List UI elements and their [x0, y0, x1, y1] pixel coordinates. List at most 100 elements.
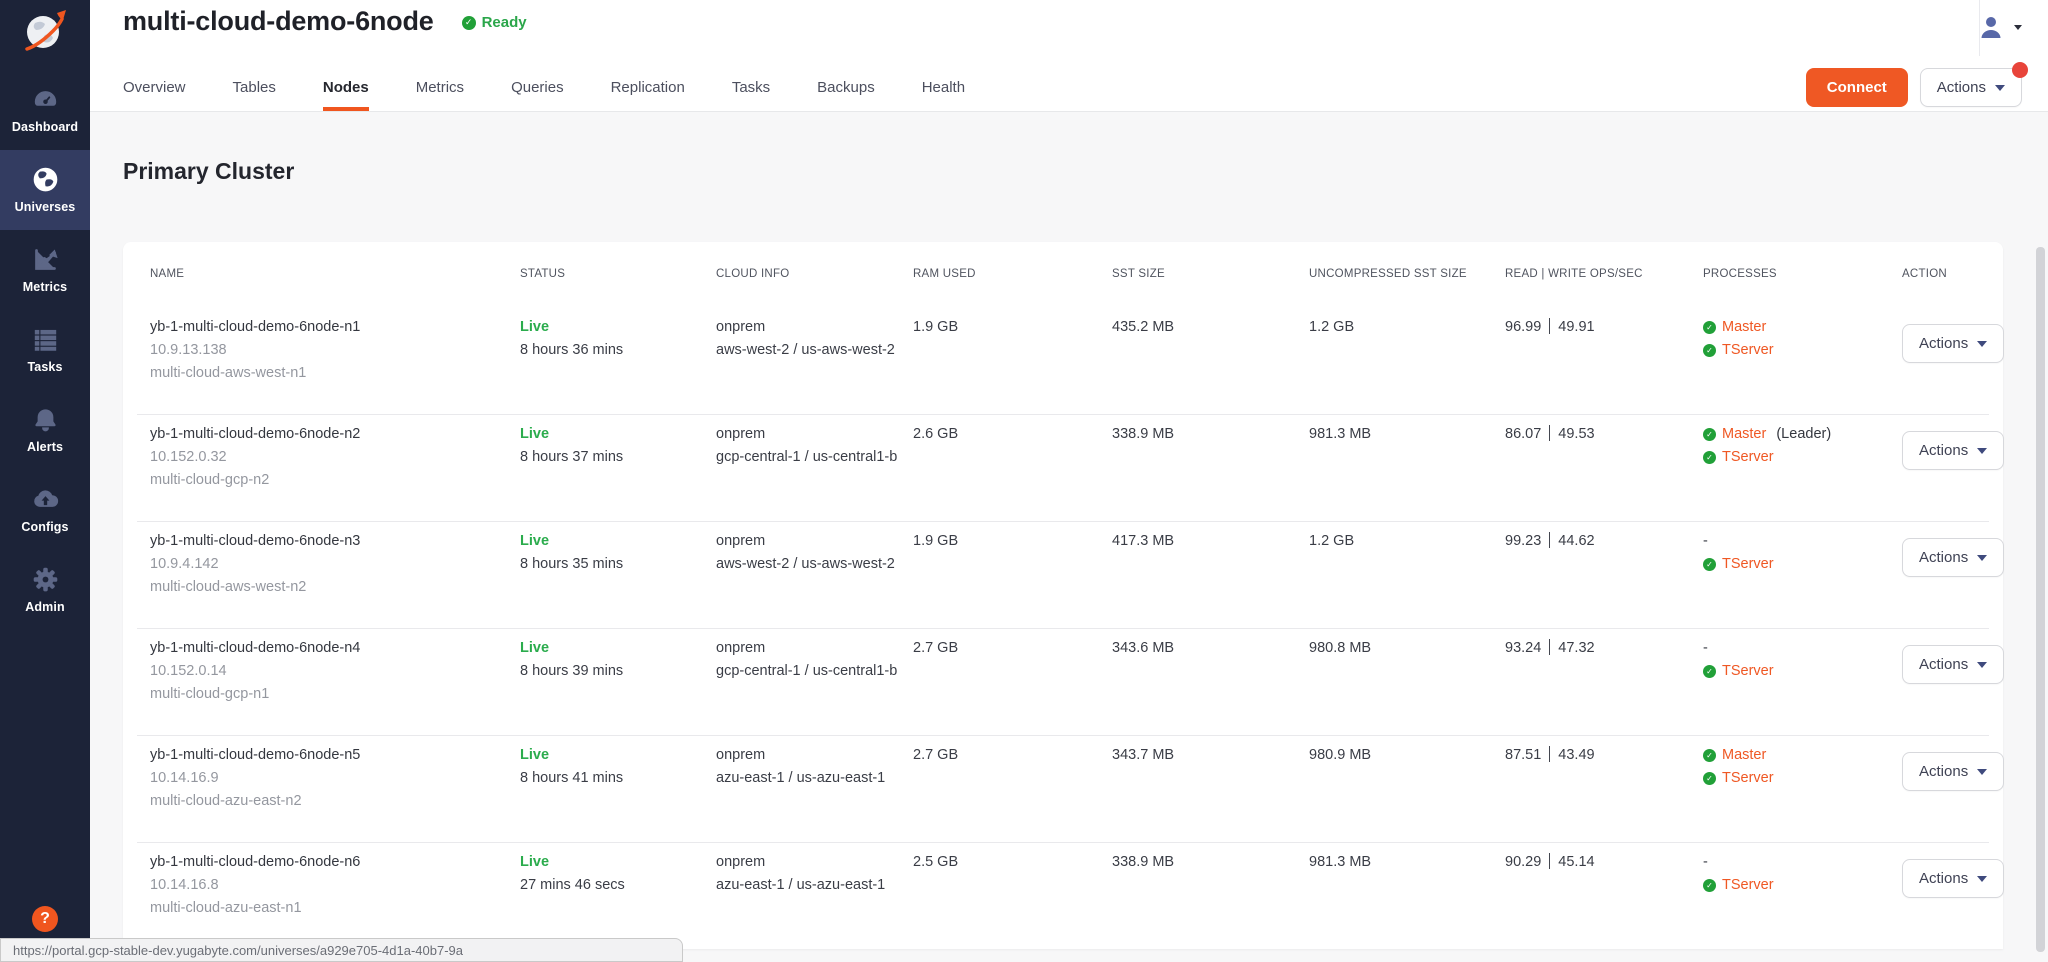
- process-line: ✓ TServer: [1703, 339, 1902, 362]
- process-line: ✓TServer: [1703, 660, 1902, 683]
- sidebar-item-alerts[interactable]: Alerts: [0, 390, 90, 470]
- process-suffix: (Leader): [1772, 423, 1831, 446]
- read-ops-value: 90.29: [1505, 854, 1541, 870]
- node-status-cell: Live8 hours 41 mins: [520, 744, 716, 842]
- nodes-table-card: NAME STATUS CLOUD INFO RAM USED SST SIZE…: [123, 242, 2003, 949]
- row-actions-button[interactable]: Actions: [1902, 859, 2004, 898]
- node-cloud-info-cell: onpremazu-east-1 / us-azu-east-1: [716, 851, 913, 949]
- node-ip: 10.152.0.32: [150, 446, 520, 469]
- tab-tables[interactable]: Tables: [233, 79, 276, 111]
- chart-icon: [32, 246, 59, 273]
- node-status: Live: [520, 316, 716, 339]
- check-circle-icon: ✓: [1703, 344, 1716, 357]
- process-link[interactable]: TServer: [1722, 874, 1774, 897]
- node-zone: aws-west-2 / us-aws-west-2: [716, 553, 901, 576]
- row-actions-button[interactable]: Actions: [1902, 645, 2004, 684]
- table-row: yb-1-multi-cloud-demo-6node-n510.14.16.9…: [123, 735, 2003, 842]
- column-header-processes: PROCESSES: [1703, 268, 1902, 307]
- node-action-cell: Actions: [1902, 851, 2004, 949]
- check-circle-icon: ✓: [1703, 558, 1716, 571]
- node-name-link[interactable]: yb-1-multi-cloud-demo-6node-n4: [150, 637, 520, 660]
- tab-queries[interactable]: Queries: [511, 79, 564, 111]
- process-link[interactable]: TServer: [1722, 553, 1774, 576]
- column-header-cloud-info: CLOUD INFO: [716, 268, 913, 307]
- sidebar-item-configs[interactable]: Configs: [0, 470, 90, 550]
- node-sst-size: 417.3 MB: [1112, 530, 1309, 628]
- process-none: -: [1703, 851, 1708, 874]
- node-name-cell: yb-1-multi-cloud-demo-6node-n510.14.16.9…: [150, 744, 520, 842]
- page-scrollbar[interactable]: [2036, 247, 2045, 952]
- process-none: -: [1703, 530, 1708, 553]
- process-link[interactable]: TServer: [1722, 339, 1774, 362]
- list-icon: [32, 326, 59, 353]
- node-name-cell: yb-1-multi-cloud-demo-6node-n310.9.4.142…: [150, 530, 520, 628]
- help-button[interactable]: ?: [32, 906, 58, 932]
- process-link[interactable]: TServer: [1722, 767, 1774, 790]
- tab-health[interactable]: Health: [922, 79, 965, 111]
- sidebar-item-dashboard[interactable]: Dashboard: [0, 70, 90, 150]
- process-link[interactable]: TServer: [1722, 660, 1774, 683]
- row-actions-button[interactable]: Actions: [1902, 538, 2004, 577]
- node-read-write-ops: 96.9949.91: [1505, 316, 1703, 414]
- node-cloud-info-cell: onpremaws-west-2 / us-aws-west-2: [716, 530, 913, 628]
- process-line: ✓TServer: [1703, 767, 1902, 790]
- node-status-cell: Live8 hours 39 mins: [520, 637, 716, 735]
- status-badge: ✓ Ready: [462, 14, 527, 31]
- row-actions-button[interactable]: Actions: [1902, 324, 2004, 363]
- row-actions-label: Actions: [1919, 763, 1968, 780]
- tab-nodes[interactable]: Nodes: [323, 79, 369, 111]
- row-actions-button[interactable]: Actions: [1902, 431, 2004, 470]
- column-header-action: ACTION: [1902, 268, 1995, 307]
- tab-replication[interactable]: Replication: [611, 79, 685, 111]
- tab-overview[interactable]: Overview: [123, 79, 186, 111]
- check-circle-icon: ✓: [1703, 428, 1716, 441]
- tab-metrics[interactable]: Metrics: [416, 79, 464, 111]
- node-instance-name: multi-cloud-azu-east-n1: [150, 897, 520, 920]
- process-link[interactable]: TServer: [1722, 446, 1774, 469]
- process-none: -: [1703, 637, 1708, 660]
- node-name-link[interactable]: yb-1-multi-cloud-demo-6node-n5: [150, 744, 520, 767]
- process-link[interactable]: Master: [1722, 423, 1766, 446]
- node-ram-used: 1.9 GB: [913, 530, 1112, 628]
- row-actions-button[interactable]: Actions: [1902, 752, 2004, 791]
- node-cloud-info-cell: onpremazu-east-1 / us-azu-east-1: [716, 744, 913, 842]
- node-zone: azu-east-1 / us-azu-east-1: [716, 767, 901, 790]
- column-header-uncompressed-sst-size: UNCOMPRESSED SST SIZE: [1309, 268, 1505, 307]
- node-name-link[interactable]: yb-1-multi-cloud-demo-6node-n2: [150, 423, 520, 446]
- chevron-down-icon: [1977, 448, 1987, 454]
- yugabyte-logo[interactable]: [0, 0, 90, 62]
- sidebar-item-tasks[interactable]: Tasks: [0, 310, 90, 390]
- node-ip: 10.14.16.8: [150, 874, 520, 897]
- ops-divider: [1549, 532, 1550, 548]
- node-cloud-info-cell: onpremgcp-central-1 / us-central1-b: [716, 423, 913, 521]
- tab-tasks[interactable]: Tasks: [732, 79, 770, 111]
- connect-button[interactable]: Connect: [1806, 68, 1908, 107]
- universe-tabs: Overview Tables Nodes Metrics Queries Re…: [123, 79, 965, 111]
- universe-actions-button[interactable]: Actions: [1920, 68, 2022, 107]
- tab-backups[interactable]: Backups: [817, 79, 875, 111]
- node-name-link[interactable]: yb-1-multi-cloud-demo-6node-n6: [150, 851, 520, 874]
- node-ip: 10.14.16.9: [150, 767, 520, 790]
- node-provider: onprem: [716, 316, 901, 339]
- process-link[interactable]: Master: [1722, 744, 1766, 767]
- node-provider: onprem: [716, 530, 901, 553]
- node-read-write-ops: 90.2945.14: [1505, 851, 1703, 949]
- node-name-link[interactable]: yb-1-multi-cloud-demo-6node-n3: [150, 530, 520, 553]
- sidebar-item-admin[interactable]: Admin: [0, 550, 90, 630]
- node-name-link[interactable]: yb-1-multi-cloud-demo-6node-n1: [150, 316, 520, 339]
- read-ops-value: 99.23: [1505, 533, 1541, 549]
- node-ip: 10.9.13.138: [150, 339, 520, 362]
- process-line: ✓ TServer: [1703, 553, 1902, 576]
- sidebar-item-universes[interactable]: Universes: [0, 150, 90, 230]
- node-action-cell: Actions: [1902, 744, 2004, 842]
- read-ops-value: 86.07: [1505, 426, 1541, 442]
- sidebar-item-metrics[interactable]: Metrics: [0, 230, 90, 310]
- node-uncompressed-sst-size: 980.8 MB: [1309, 637, 1505, 735]
- table-body: yb-1-multi-cloud-demo-6node-n110.9.13.13…: [123, 307, 2003, 949]
- process-link[interactable]: Master: [1722, 316, 1766, 339]
- user-menu[interactable]: [1978, 14, 2022, 40]
- chevron-down-icon: [1977, 341, 1987, 347]
- browser-status-url: https://portal.gcp-stable-dev.yugabyte.c…: [0, 938, 683, 962]
- table-row: yb-1-multi-cloud-demo-6node-n210.152.0.3…: [123, 414, 2003, 521]
- sidebar-item-label: Universes: [15, 200, 76, 214]
